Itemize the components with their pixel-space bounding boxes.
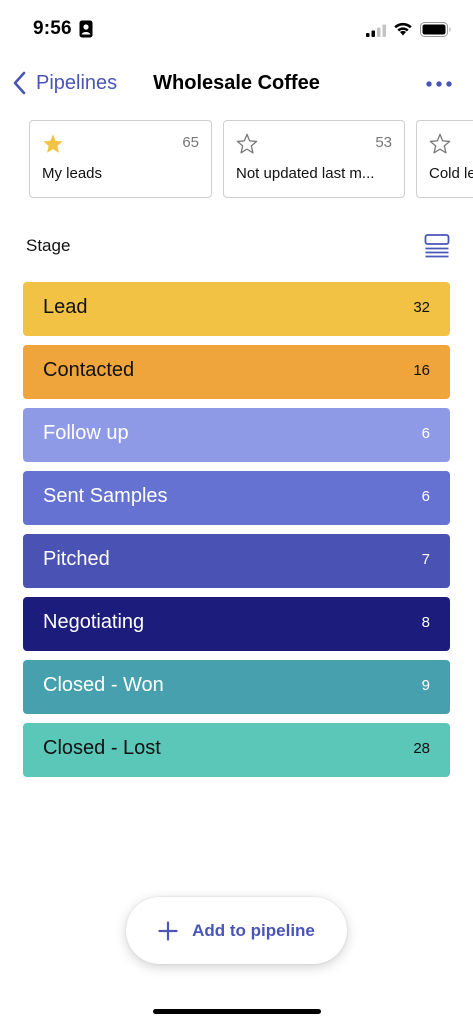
battery-icon: [420, 22, 451, 37]
filter-count: 53: [375, 134, 392, 151]
stage-row-closed-lost[interactable]: Closed - Lost 28: [23, 723, 450, 777]
stage-row-follow-up[interactable]: Follow up 6: [23, 408, 450, 462]
stage-count: 28: [413, 740, 430, 757]
cellular-signal-icon: [366, 24, 386, 37]
stage-count: 9: [421, 677, 430, 694]
stage-row-contacted[interactable]: Contacted 16: [23, 345, 450, 399]
filter-card-cold-leads[interactable]: Cold le: [416, 120, 473, 198]
star-filled-icon: [43, 134, 63, 153]
stage-row-sent-samples[interactable]: Sent Samples 6: [23, 471, 450, 525]
filter-label: Not updated last m...: [236, 165, 375, 182]
stage-row-closed-won[interactable]: Closed - Won 9: [23, 660, 450, 714]
stage-count: 32: [413, 299, 430, 316]
back-button-label: Pipelines: [36, 71, 118, 94]
stage-name: Follow up: [43, 422, 129, 444]
filter-card-my-leads[interactable]: 65 My leads: [29, 120, 212, 198]
star-outline-icon: [236, 133, 258, 154]
contact-card-icon: [79, 20, 93, 38]
add-to-pipeline-button[interactable]: Add to pipeline: [126, 897, 347, 964]
chevron-left-icon: [13, 71, 26, 95]
navigation-bar: Pipelines Wholesale Coffee: [0, 60, 473, 108]
star-outline-icon: [429, 133, 451, 154]
stage-section-title: Stage: [26, 236, 71, 255]
filter-label: Cold le: [429, 165, 473, 182]
stage-list: Lead 32 Contacted 16 Follow up 6 Sent Sa…: [23, 282, 450, 786]
more-options-icon[interactable]: [423, 72, 455, 96]
stage-name: Contacted: [43, 359, 135, 381]
stage-name: Pitched: [43, 548, 110, 570]
stage-count: 7: [421, 551, 430, 568]
status-time: 9:56: [33, 18, 72, 39]
stage-row-negotiating[interactable]: Negotiating 8: [23, 597, 450, 651]
stage-count: 6: [421, 488, 430, 505]
stage-name: Closed - Won: [43, 674, 164, 696]
stage-row-lead[interactable]: Lead 32: [23, 282, 450, 336]
wifi-icon: [394, 22, 412, 36]
stage-count: 16: [413, 362, 430, 379]
filter-label: My leads: [42, 165, 103, 182]
stage-name: Negotiating: [43, 611, 145, 633]
stage-row-pitched[interactable]: Pitched 7: [23, 534, 450, 588]
plus-icon: [158, 920, 178, 941]
stage-name: Sent Samples: [43, 485, 168, 507]
stage-name: Lead: [43, 296, 88, 318]
filter-count: 65: [182, 134, 199, 151]
home-indicator: [153, 1009, 321, 1014]
list-view-icon[interactable]: [424, 233, 450, 259]
add-to-pipeline-label: Add to pipeline: [192, 920, 315, 940]
filter-card-not-updated[interactable]: 53 Not updated last m...: [223, 120, 405, 198]
back-button[interactable]: Pipelines: [10, 70, 117, 96]
filter-cards-row: 65 My leads 53 Not updated last m... Col…: [29, 120, 473, 198]
stage-count: 6: [421, 425, 430, 442]
status-bar: 9:56: [0, 0, 473, 58]
stage-name: Closed - Lost: [43, 737, 161, 759]
stage-count: 8: [421, 614, 430, 631]
